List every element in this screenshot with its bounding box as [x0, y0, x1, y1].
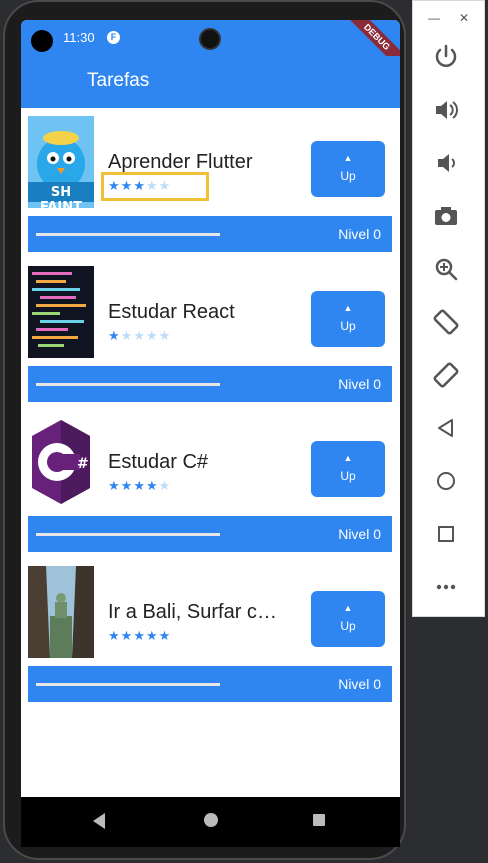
level-label: Nivel 0	[338, 226, 381, 242]
arrow-up-icon: ▲	[343, 603, 353, 613]
notification-icon: F	[107, 31, 120, 44]
star-icon: ★	[108, 328, 121, 343]
star-icon: ★	[108, 628, 121, 643]
star-icon: ★	[158, 478, 172, 493]
task-item: Ir a Bali, Surfar com os amigos ★★★★★ ▲ …	[28, 566, 392, 702]
level-label: Nivel 0	[338, 676, 381, 692]
star-icon: ★	[158, 328, 172, 343]
home-icon[interactable]	[204, 813, 218, 827]
star-icon: ★	[133, 328, 146, 343]
task-item: # Estudar C# ★★★★★ ▲ Up Nivel 0	[28, 416, 392, 552]
up-button-label: Up	[340, 169, 356, 183]
difficulty-stars: ★★★★★	[108, 328, 171, 344]
task-card: # Estudar C# ★★★★★ ▲ Up	[28, 416, 392, 516]
status-time: 11:30	[63, 30, 95, 45]
task-name: Estudar React	[108, 301, 235, 323]
star-icon: ★	[108, 478, 121, 493]
highlight-box	[101, 172, 209, 201]
arrow-up-icon: ▲	[343, 303, 353, 313]
star-icon: ★	[158, 628, 172, 643]
volume-up-icon[interactable]	[430, 94, 462, 126]
star-icon: ★	[145, 328, 159, 343]
app-screen: 11:30 F DEBUG Tarefas SH FAINT Aprender …	[21, 20, 400, 847]
level-label: Nivel 0	[338, 376, 381, 392]
task-thumbnail: SH FAINT	[28, 116, 94, 208]
task-card: Estudar React ★★★★★ ▲ Up	[28, 266, 392, 366]
rotate-right-icon[interactable]	[430, 359, 462, 391]
camera-cutout	[31, 30, 53, 52]
level-label: Nivel 0	[338, 526, 381, 542]
star-icon: ★	[120, 478, 134, 493]
up-button-label: Up	[340, 619, 356, 633]
page-title: Tarefas	[87, 70, 150, 91]
level-bar: Nivel 0	[28, 366, 392, 402]
task-name: Ir a Bali, Surfar com os amigos	[108, 601, 288, 623]
up-button[interactable]: ▲ Up	[311, 591, 385, 647]
task-thumbnail	[28, 566, 94, 658]
level-bar: Nivel 0	[28, 666, 392, 702]
star-icon: ★	[145, 628, 159, 643]
level-progress	[36, 683, 220, 686]
system-nav-bar	[21, 797, 400, 847]
level-progress	[36, 233, 220, 236]
task-item: SH FAINT Aprender Flutter ★★★★★ ▲ Up Niv…	[28, 116, 392, 252]
star-icon: ★	[133, 478, 146, 493]
more-icon[interactable]	[430, 571, 462, 603]
star-icon: ★	[133, 628, 146, 643]
task-name: Estudar C#	[108, 451, 209, 473]
up-button-label: Up	[340, 319, 356, 333]
task-card: SH FAINT Aprender Flutter ★★★★★ ▲ Up	[28, 116, 392, 216]
level-bar: Nivel 0	[28, 516, 392, 552]
level-progress	[36, 533, 220, 536]
volume-down-icon[interactable]	[430, 147, 462, 179]
close-button[interactable]: ✕	[459, 11, 469, 25]
back-icon[interactable]	[430, 412, 462, 444]
camera-icon[interactable]	[430, 200, 462, 232]
rotate-left-icon[interactable]	[430, 306, 462, 338]
thumbnail-caption: SH FAINT	[39, 185, 83, 208]
difficulty-stars: ★★★★★	[108, 478, 171, 494]
task-thumbnail	[28, 266, 94, 358]
phone-frame: 11:30 F DEBUG Tarefas SH FAINT Aprender …	[3, 0, 406, 860]
star-icon: ★	[145, 478, 159, 493]
task-card: Ir a Bali, Surfar com os amigos ★★★★★ ▲ …	[28, 566, 392, 666]
task-item: Estudar React ★★★★★ ▲ Up Nivel 0	[28, 266, 392, 402]
status-bar: 11:30 F DEBUG	[21, 20, 400, 74]
back-icon[interactable]	[93, 813, 105, 829]
level-progress	[36, 383, 220, 386]
home-icon[interactable]	[430, 465, 462, 497]
minimize-button[interactable]: —	[428, 11, 440, 25]
up-button[interactable]: ▲ Up	[311, 441, 385, 497]
task-name: Aprender Flutter	[108, 151, 253, 173]
emulator-toolbar: — ✕	[412, 0, 485, 617]
star-icon: ★	[120, 628, 134, 643]
svg-text:#: #	[77, 456, 89, 472]
recents-icon[interactable]	[313, 814, 325, 826]
difficulty-stars: ★★★★★	[108, 628, 171, 644]
up-button[interactable]: ▲ Up	[311, 291, 385, 347]
power-icon[interactable]	[430, 41, 462, 73]
front-camera	[199, 28, 221, 50]
up-button-label: Up	[340, 469, 356, 483]
arrow-up-icon: ▲	[343, 453, 353, 463]
zoom-icon[interactable]	[430, 253, 462, 285]
task-thumbnail: #	[28, 416, 94, 508]
star-icon: ★	[120, 328, 134, 343]
app-bar: Tarefas	[21, 56, 400, 108]
arrow-up-icon: ▲	[343, 153, 353, 163]
up-button[interactable]: ▲ Up	[311, 141, 385, 197]
level-bar: Nivel 0	[28, 216, 392, 252]
overview-icon[interactable]	[430, 518, 462, 550]
